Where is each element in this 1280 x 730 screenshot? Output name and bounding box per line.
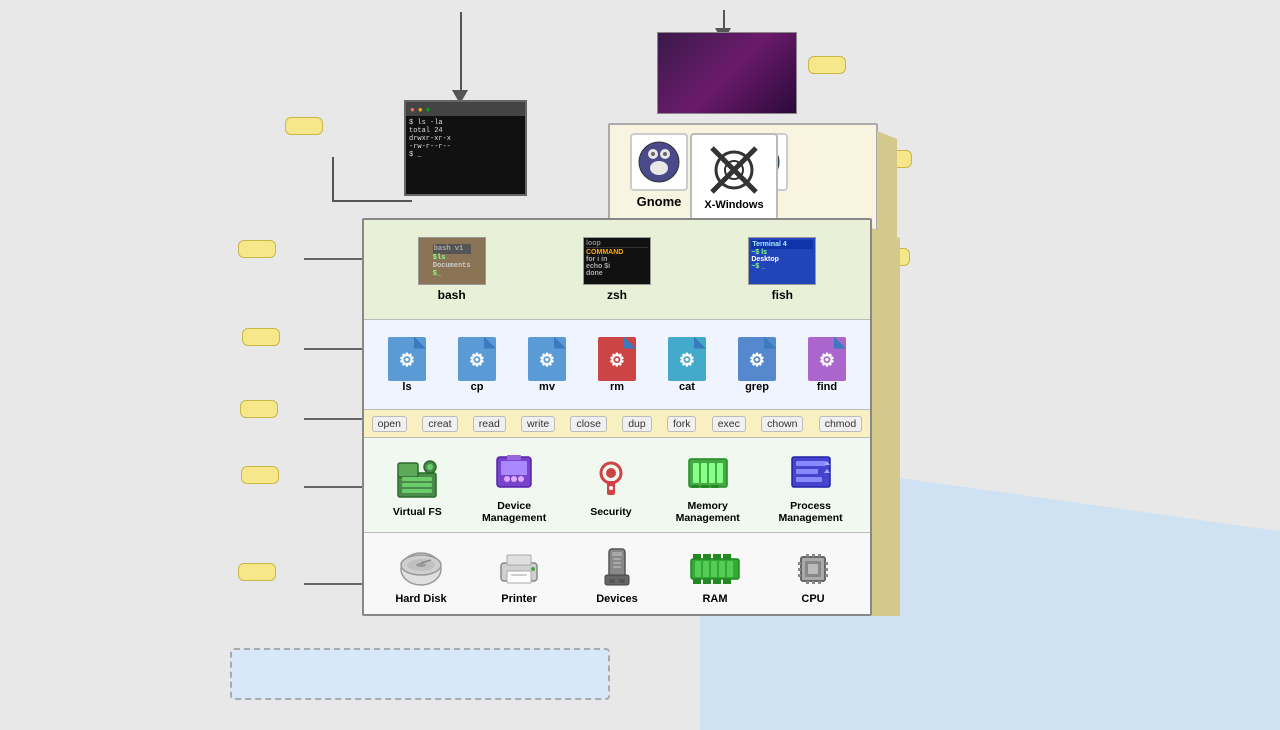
syscall-close: close: [570, 416, 607, 432]
cpu-item: CPU: [787, 547, 839, 605]
ram-item: RAM: [689, 547, 741, 605]
arch-box-right-side: [872, 228, 900, 616]
syscall-chmod: chmod: [819, 416, 863, 432]
syscall-chown: chown: [761, 416, 803, 432]
syscall-creat: creat: [422, 416, 457, 432]
syscall-read: read: [473, 416, 506, 432]
kernel-label: [241, 466, 279, 484]
ls-item: ⚙ ls: [388, 337, 426, 393]
gui-box-right: [877, 131, 897, 238]
arrow-down-1: [460, 12, 462, 100]
device-mgmt-item: Device Management: [482, 446, 546, 524]
programs-label: [242, 328, 280, 346]
cui-label: [285, 117, 323, 135]
zsh-label: zsh: [607, 288, 627, 302]
gnome-label: Gnome: [637, 194, 682, 209]
programs-connector: [304, 348, 362, 350]
shell-label: [238, 240, 276, 258]
cui-arrow-h: [332, 200, 412, 202]
process-mgmt-item: Process Management: [778, 446, 842, 524]
syscall-dup: dup: [622, 416, 652, 432]
bash-label: bash: [438, 288, 466, 302]
gnome-item: Gnome: [630, 133, 688, 209]
bash-item: bash v1 $ls Documents $_ bash: [418, 237, 486, 302]
cat-item: ⚙ cat: [668, 337, 706, 393]
syscall-open: open: [372, 416, 407, 432]
hardware-connector: [304, 583, 362, 585]
find-item: ⚙ find: [808, 337, 846, 393]
gnome-icon: [630, 133, 688, 191]
fish-item: Terminal 4 ~$ ls Desktop ~$ _ fish: [748, 237, 816, 302]
terminal-screenshot: ● ● ● $ ls -la total 24 drwxr-xr-x -rw-r…: [404, 100, 527, 196]
syscall-fork: fork: [667, 416, 697, 432]
shell-section: bash v1 $ls Documents $_ bash loop COMMA…: [364, 220, 870, 320]
cp-item: ⚙ cp: [458, 337, 496, 393]
syscalls-label: [240, 400, 278, 418]
syscall-write: write: [521, 416, 555, 432]
xwindows-thumb-box: X-Windows: [690, 133, 778, 221]
fish-label: fish: [772, 288, 793, 302]
kernel-connector: [304, 486, 362, 488]
grep-item: ⚙ grep: [738, 337, 776, 393]
zsh-item: loop COMMAND for i in echo $i done zsh: [583, 237, 651, 302]
hard-disk-item: Hard Disk: [395, 547, 447, 605]
hardware-section: Hard Disk Printer: [364, 533, 870, 616]
gui-label: [808, 56, 846, 74]
ubuntu-screenshot: [657, 32, 797, 114]
programs-section: ⚙ ls ⚙ cp ⚙ mv ⚙ rm ⚙ cat: [364, 320, 870, 410]
virtual-fs-item: Virtual FS: [391, 452, 443, 518]
arch-main-box: bash v1 $ls Documents $_ bash loop COMMA…: [362, 218, 872, 616]
cui-arrow-v: [332, 157, 334, 202]
printer-item: Printer: [493, 547, 545, 605]
devices-item: Devices: [591, 547, 643, 605]
linux-arch-box: [230, 648, 610, 700]
memory-mgmt-item: Memory Management: [676, 446, 740, 524]
syscalls-section: open creat read write close dup fork exe…: [364, 410, 870, 438]
syscall-exec: exec: [712, 416, 746, 432]
shell-connector: [304, 258, 362, 260]
rm-item: ⚙ rm: [598, 337, 636, 393]
kernel-section: Virtual FS Device Management: [364, 438, 870, 533]
mv-item: ⚙ mv: [528, 337, 566, 393]
syscalls-connector: [304, 418, 362, 420]
security-item: Security: [585, 452, 637, 518]
hardware-label: [238, 563, 276, 581]
